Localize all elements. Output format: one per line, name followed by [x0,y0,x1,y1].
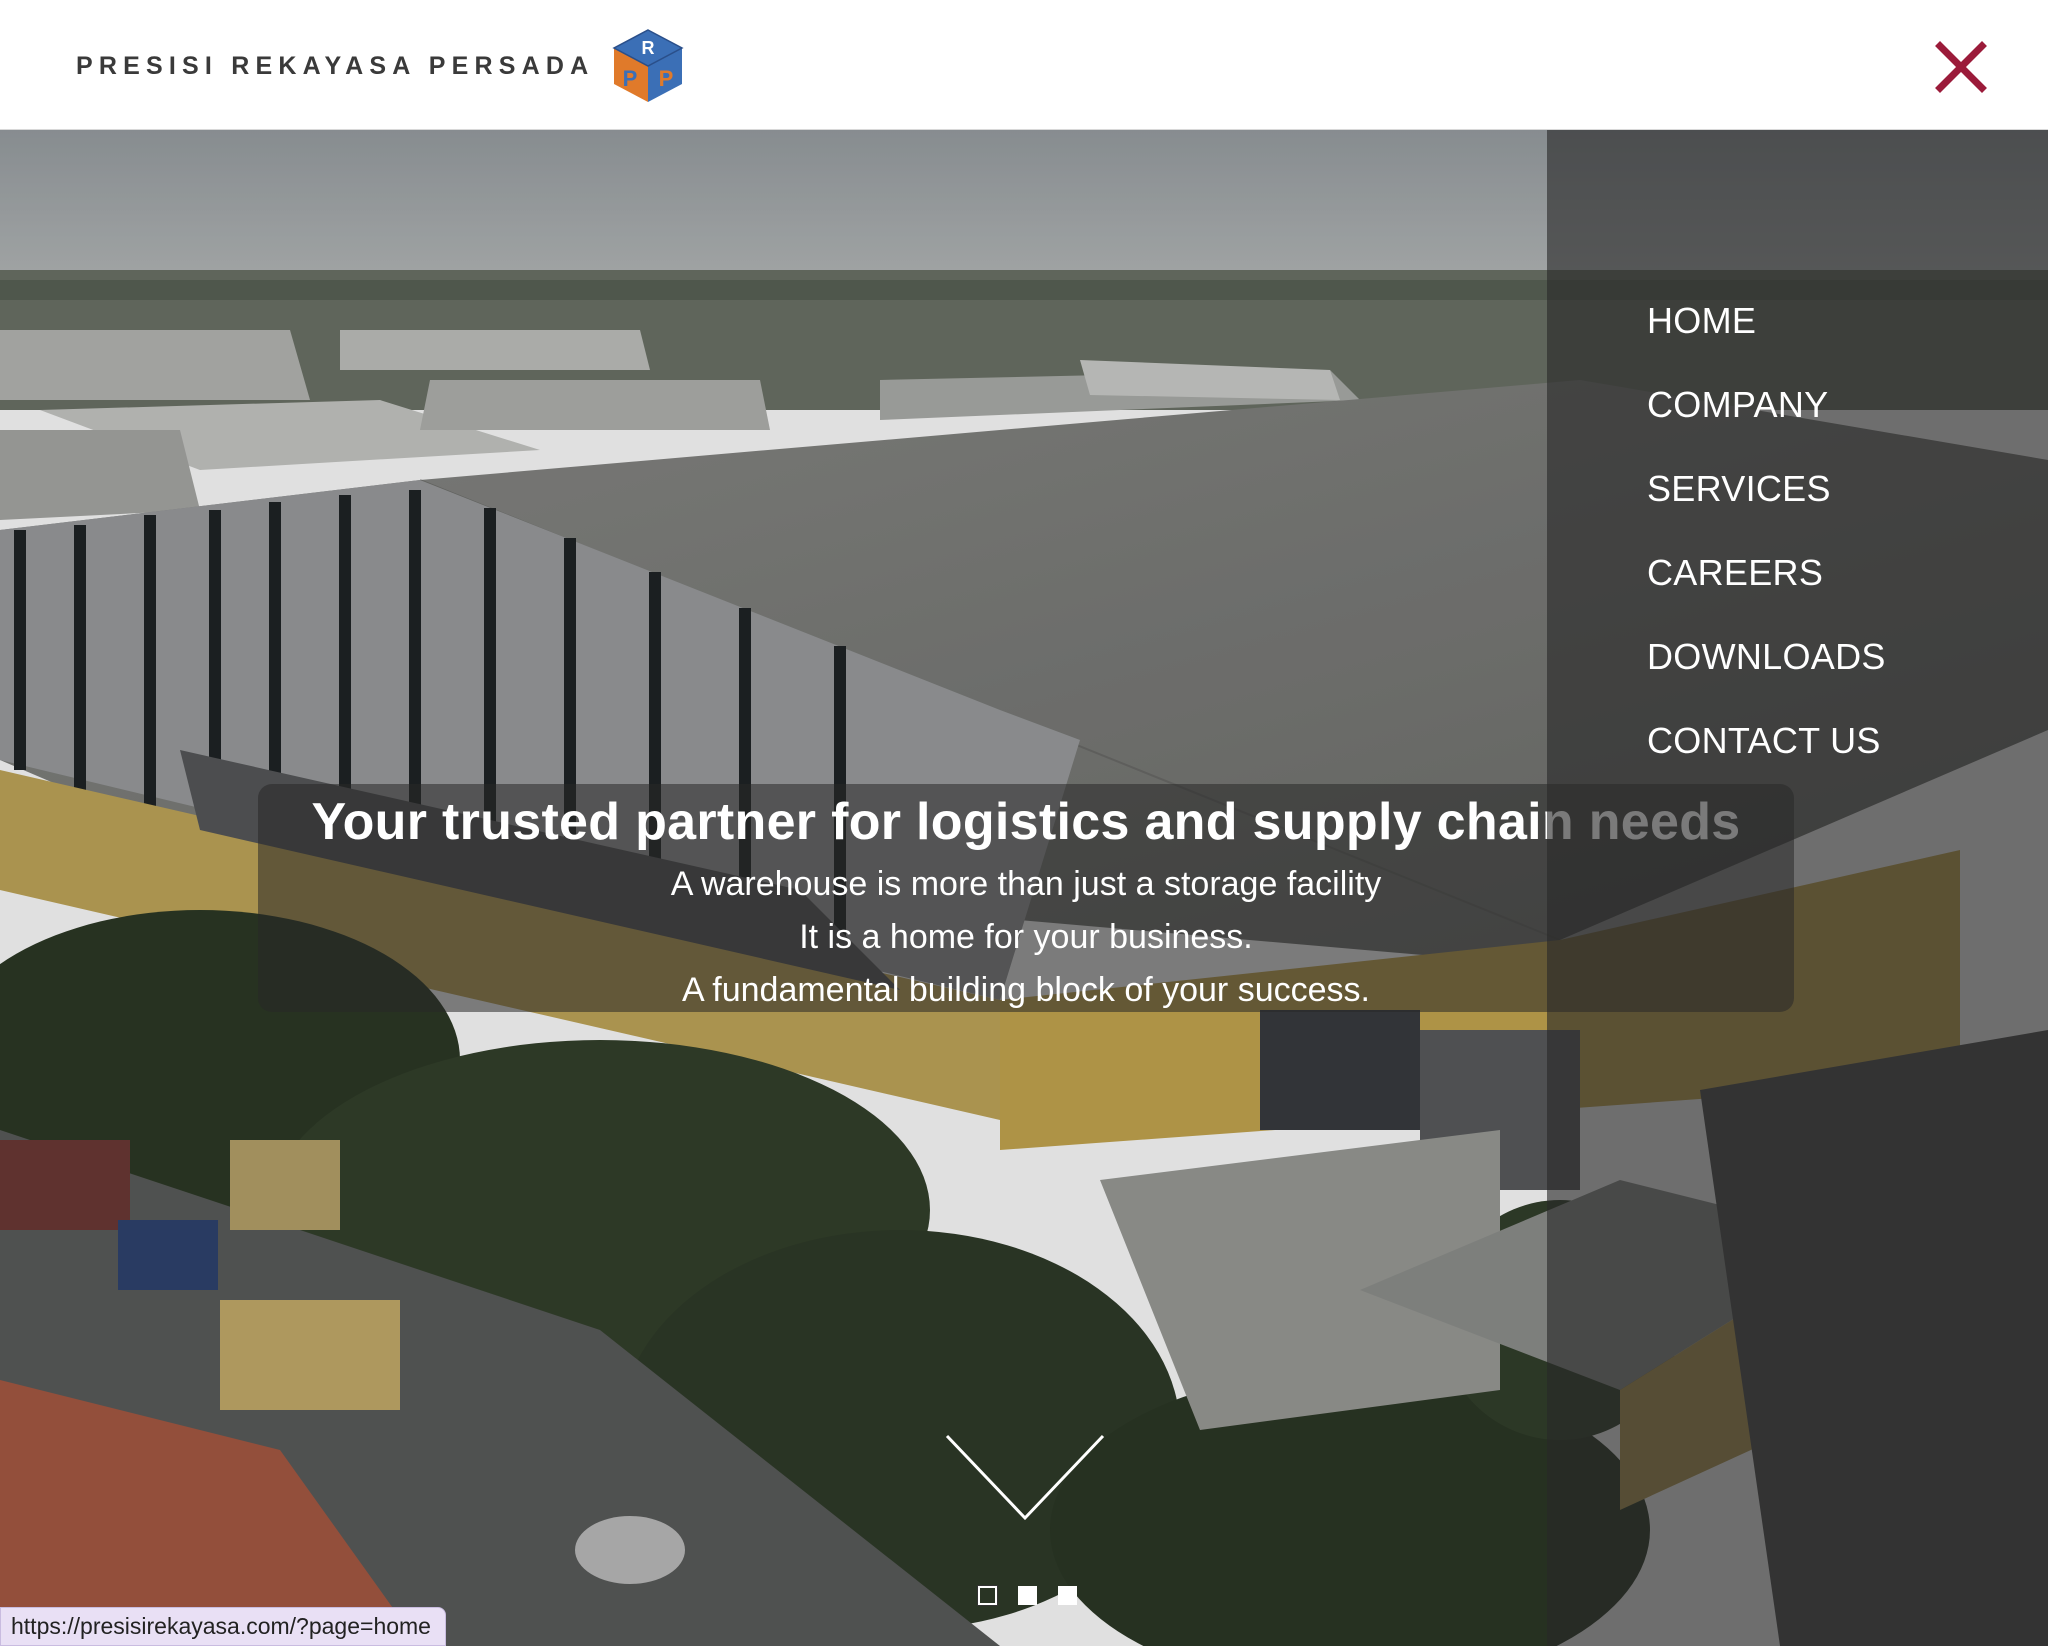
menu-item-services: SERVICES [1647,468,1886,552]
menu-link-contact-us[interactable]: CONTACT US [1647,720,1881,762]
menu-link-company[interactable]: COMPANY [1647,384,1828,426]
menu-item-contact-us: CONTACT US [1647,720,1886,804]
menu-link-services[interactable]: SERVICES [1647,468,1831,510]
chevron-down-icon[interactable] [945,1432,1105,1522]
menu-item-careers: CAREERS [1647,552,1886,636]
slider-pagination [977,1585,1077,1606]
menu-item-home: HOME [1647,300,1886,384]
slider-dot-1[interactable] [977,1585,998,1606]
menu-item-downloads: DOWNLOADS [1647,636,1886,720]
brand[interactable]: PRESISI REKAYASA PERSADA R P P [76,28,684,104]
svg-text:P: P [623,66,638,91]
menu-link-careers[interactable]: CAREERS [1647,552,1823,594]
svg-text:R: R [642,38,655,58]
close-icon[interactable] [1930,36,1992,98]
status-bar-url: https://presisirekayasa.com/?page=home [0,1607,446,1646]
brand-name: PRESISI REKAYASA PERSADA [76,51,595,80]
slider-dot-2[interactable] [1018,1586,1037,1605]
menu-item-company: COMPANY [1647,384,1886,468]
slider-dot-3[interactable] [1058,1586,1077,1605]
menu-link-home[interactable]: HOME [1647,300,1756,342]
menu-list: HOME COMPANY SERVICES CAREERS DOWNLOADS … [1647,300,1886,804]
side-navigation-menu: HOME COMPANY SERVICES CAREERS DOWNLOADS … [1547,130,2048,1646]
menu-link-downloads[interactable]: DOWNLOADS [1647,636,1886,678]
site-header: PRESISI REKAYASA PERSADA R P P [0,0,2048,130]
svg-text:P: P [659,66,674,91]
logo-cube-icon: R P P [612,29,684,102]
